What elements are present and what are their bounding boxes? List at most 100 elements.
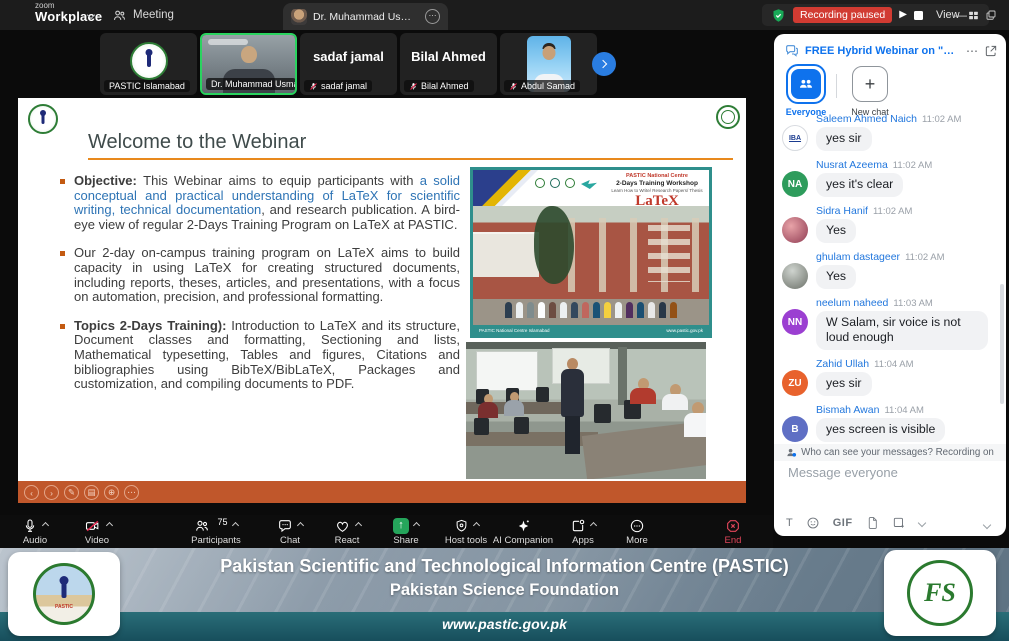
avatar: NN: [782, 309, 808, 335]
end-button[interactable]: End: [705, 517, 761, 546]
chevron-up-icon[interactable]: [354, 522, 361, 529]
chevron-up-icon[interactable]: [231, 522, 238, 529]
chevron-up-icon[interactable]: [105, 522, 112, 529]
more-button[interactable]: More: [609, 517, 665, 546]
minimize-button[interactable]: —: [946, 0, 976, 30]
chat-bubble-icon: [277, 518, 293, 534]
resume-recording-button[interactable]: ▶: [899, 10, 907, 20]
emoji-icon[interactable]: [806, 516, 820, 530]
pop-out-icon[interactable]: [984, 44, 998, 58]
chat-scrollbar[interactable]: [1000, 284, 1004, 404]
next-participants-button[interactable]: [592, 52, 616, 76]
notes-icon: ▤: [84, 485, 99, 500]
message-bubble: Yes: [816, 265, 856, 289]
security-shield-icon[interactable]: [771, 8, 786, 23]
bullet-topics: Topics 2-Days Training): Introduction to…: [60, 319, 460, 392]
title-underline: [88, 158, 733, 160]
avatar: [291, 9, 307, 25]
tab-meeting[interactable]: Meeting: [112, 0, 174, 30]
shared-screen-slide: Welcome to the Webinar Objective: This W…: [18, 98, 746, 503]
apps-button[interactable]: Apps: [555, 517, 611, 546]
video-tile-pastic-islamabad[interactable]: PASTIC Islamabad: [100, 33, 197, 95]
poster-logos: [535, 178, 575, 188]
participant-name-label: Abdul Samad: [504, 80, 580, 92]
share-up-arrow-icon: ↑: [393, 518, 409, 534]
recording-notice[interactable]: Who can see your messages? Recording on: [774, 444, 1006, 461]
chat-button[interactable]: Chat: [262, 517, 318, 546]
more-icon: ⋯: [124, 485, 139, 500]
psf-monogram: FS: [924, 578, 956, 608]
mic-muted-icon: [409, 82, 418, 91]
zoom-meeting-window: zoom Workplace Meeting Dr. Muhammad Usma…: [0, 0, 1009, 641]
participant-name-label: sadaf jamal: [304, 80, 372, 92]
video-tile-dr-muhammad-usman[interactable]: Dr. Muhammad Usman: [200, 33, 297, 95]
zoom-icon: ⊕: [104, 485, 119, 500]
whiteboard: [476, 351, 538, 391]
avatar: B: [782, 416, 808, 442]
collapse-composer-icon[interactable]: [983, 521, 991, 529]
audio-button[interactable]: Audio: [7, 517, 63, 546]
gif-icon[interactable]: GIF: [833, 517, 853, 529]
message-time: 11:02 AM: [922, 114, 961, 125]
react-button[interactable]: React: [319, 517, 375, 546]
chevron-up-icon[interactable]: [472, 522, 479, 529]
psf-logo: FS: [884, 550, 996, 636]
previous-slide-icon: ‹: [24, 485, 39, 500]
avatar: ZU: [782, 370, 808, 396]
banner-website: www.pastic.gov.pk: [0, 616, 1009, 632]
bullet-objective: Objective: This Webinar aims to equip pa…: [60, 174, 460, 232]
more-options-icon[interactable]: ⋯: [425, 9, 440, 24]
chevron-down-icon[interactable]: [917, 519, 925, 527]
restore-button[interactable]: [976, 0, 1006, 30]
group-photo: [473, 206, 709, 325]
avatar: NA: [782, 171, 808, 197]
participant-name-label: PASTIC Islamabad: [104, 80, 190, 92]
avatar: [782, 263, 808, 289]
next-slide-icon: ›: [44, 485, 59, 500]
share-button[interactable]: ↑ Share: [378, 517, 434, 546]
chevron-up-icon[interactable]: [42, 522, 49, 529]
file-icon[interactable]: [866, 516, 879, 530]
message-bubble: Yes: [816, 219, 856, 243]
chat-message-input[interactable]: [786, 464, 991, 481]
chevron-up-icon[interactable]: [297, 522, 304, 529]
chat-more-icon[interactable]: ⋯: [966, 44, 979, 58]
message-sender: Sidra Hanif: [816, 205, 868, 217]
mic-muted-icon: [509, 82, 518, 91]
divider: [836, 74, 837, 98]
message-bubble: yes sir: [816, 127, 872, 151]
video-tile-abdul-samad[interactable]: Abdul Samad: [500, 33, 597, 95]
message-sender: Bismah Awan: [816, 404, 879, 416]
message-bubble: W Salam, sir voice is not loud enough: [816, 311, 988, 350]
chat-message: NA Nusrat Azeema11:02 AM yes it's clear: [782, 158, 1002, 197]
chat-messages[interactable]: IBA Saleem Ahmed Naich11:02 AM yes sir N…: [774, 110, 1002, 444]
format-text-icon[interactable]: T: [786, 517, 793, 529]
workshop-poster-photo: PASTIC National Centre 2-Days Training W…: [470, 167, 712, 338]
banner-subtitle: Pakistan Science Foundation: [0, 581, 1009, 600]
avatar: [782, 217, 808, 243]
video-tile-bilal-ahmed[interactable]: Bilal Ahmed Bilal Ahmed: [400, 33, 497, 95]
message-sender: ghulam dastageer: [816, 251, 900, 263]
video-button[interactable]: Video: [69, 517, 125, 546]
participants-icon: [194, 518, 210, 534]
tab-shared-screen[interactable]: Dr. Muhammad Usman's screen ⋯: [283, 3, 448, 30]
message-time: 11:04 AM: [874, 359, 913, 370]
chat-message: Sidra Hanif11:02 AM Yes: [782, 204, 1002, 243]
message-time: 11:02 AM: [893, 160, 932, 171]
message-time: 11:04 AM: [884, 405, 923, 416]
ai-companion-button[interactable]: AI Companion: [485, 517, 561, 546]
video-tile-sadaf-jamal[interactable]: sadaf jamal sadaf jamal: [300, 33, 397, 95]
stop-recording-button[interactable]: [914, 11, 923, 20]
message-sender: Saleem Ahmed Naich: [816, 113, 917, 125]
chevron-up-icon[interactable]: [413, 522, 420, 529]
participants-button[interactable]: 75 Participants: [180, 517, 252, 546]
bullet-program: Our 2-day on-campus training program on …: [60, 246, 460, 304]
privacy-person-icon: [786, 447, 797, 458]
poster-text: PASTIC National Centre 2-Days Training W…: [605, 173, 709, 209]
chevron-up-icon[interactable]: [590, 522, 597, 529]
pastic-logo-text: PASTIC: [55, 604, 73, 610]
pastic-logo: [28, 104, 58, 134]
screenshot-icon[interactable]: [892, 516, 906, 530]
message-sender: Nusrat Azeema: [816, 159, 888, 171]
chat-message: B Bismah Awan11:04 AM yes screen is visi…: [782, 403, 1002, 442]
